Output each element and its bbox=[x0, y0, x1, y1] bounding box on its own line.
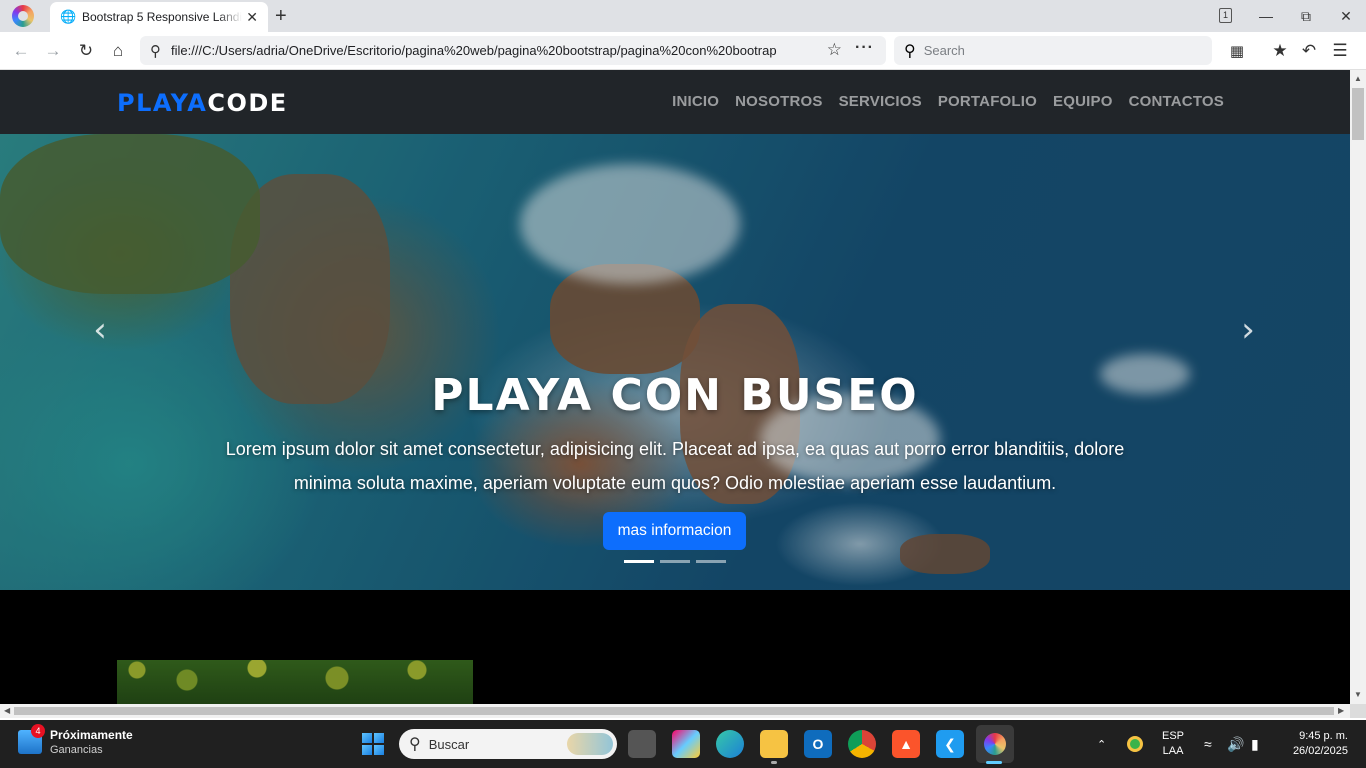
stocks-widget-icon: 4 bbox=[18, 724, 45, 754]
nav-equipo[interactable]: EQUIPO bbox=[1053, 93, 1113, 110]
scroll-right-icon[interactable]: ▶ bbox=[1338, 706, 1344, 715]
browser-tab-bar: 🌐 Bootstrap 5 Responsive Landing Page ✕ … bbox=[0, 0, 1366, 32]
carousel-prev-icon[interactable]: ‹ bbox=[80, 310, 120, 350]
new-tab-icon[interactable]: + bbox=[275, 4, 287, 28]
language-code: ESP bbox=[1162, 730, 1185, 742]
search-icon: ⚲ bbox=[409, 736, 421, 753]
url-text[interactable]: file:///C:/Users/adria/OneDrive/Escritor… bbox=[171, 43, 811, 58]
home-icon[interactable]: ⌂ bbox=[106, 39, 130, 63]
back-icon[interactable]: ← bbox=[9, 39, 33, 63]
carousel-indicators bbox=[624, 560, 726, 563]
scroll-up-icon[interactable]: ▲ bbox=[1354, 74, 1362, 83]
nav-nosotros[interactable]: NOSOTROS bbox=[735, 93, 822, 110]
volume-icon[interactable]: 🔊 bbox=[1227, 720, 1244, 768]
minimize-icon[interactable]: — bbox=[1246, 0, 1286, 32]
brave-icon[interactable]: ▲ bbox=[892, 730, 920, 758]
scrollbar-corner bbox=[1350, 704, 1366, 718]
favorites-icon[interactable]: ★ bbox=[1268, 39, 1292, 63]
more-info-button[interactable]: mas informacion bbox=[603, 512, 746, 550]
hero-title: PLAYA CON BUSEO bbox=[431, 370, 919, 421]
carousel-indicator[interactable] bbox=[624, 560, 654, 563]
widget-title: Próximamente bbox=[50, 728, 133, 742]
nav-inicio[interactable]: INICIO bbox=[672, 93, 719, 110]
windows-taskbar: 4 Próximamente Ganancias ⚲ Buscar O ▲ ❮ … bbox=[0, 720, 1366, 768]
restore-icon[interactable]: ⧉ bbox=[1286, 0, 1326, 32]
show-hidden-icons[interactable]: ⌃ bbox=[1097, 720, 1106, 768]
search-icon: ⚲ bbox=[150, 42, 161, 60]
reload-icon[interactable]: ↻ bbox=[74, 39, 98, 63]
bookmark-star-icon[interactable]: ☆ bbox=[827, 40, 842, 60]
vscode-icon[interactable]: ❮ bbox=[936, 730, 964, 758]
section-image bbox=[117, 660, 473, 704]
site-logo[interactable]: PLAYACODE bbox=[117, 89, 288, 117]
brand-part-2: CODE bbox=[207, 89, 288, 117]
extensions-grid-icon[interactable]: ▦ bbox=[1225, 39, 1249, 63]
browser-logo-icon[interactable] bbox=[12, 5, 34, 27]
scroll-left-icon[interactable]: ◀ bbox=[4, 706, 10, 715]
hero-carousel: ‹ › PLAYA CON BUSEO Lorem ipsum dolor si… bbox=[0, 134, 1350, 590]
nav-portafolio[interactable]: PORTAFOLIO bbox=[938, 93, 1037, 110]
wifi-icon[interactable]: ≈ bbox=[1204, 720, 1212, 768]
page-actions-icon[interactable]: ··· bbox=[855, 39, 874, 57]
chrome-icon[interactable] bbox=[848, 730, 876, 758]
taskbar-search[interactable]: ⚲ Buscar bbox=[399, 729, 617, 759]
search-icon: ⚲ bbox=[904, 42, 916, 60]
browser-toolbar: ← → ↻ ⌂ ⚲ file:///C:/Users/adria/OneDriv… bbox=[0, 32, 1366, 70]
start-icon[interactable] bbox=[362, 733, 384, 755]
undo-icon[interactable]: ↶ bbox=[1297, 39, 1321, 63]
scroll-down-icon[interactable]: ▼ bbox=[1354, 690, 1362, 699]
copilot-icon[interactable] bbox=[672, 730, 700, 758]
browser-tab-active[interactable]: 🌐 Bootstrap 5 Responsive Landing Page ✕ bbox=[50, 2, 268, 32]
widget-subtitle: Ganancias bbox=[50, 744, 103, 756]
brand-part-1: PLAYA bbox=[117, 89, 208, 117]
current-browser-icon[interactable] bbox=[976, 725, 1014, 763]
carousel-indicator[interactable] bbox=[696, 560, 726, 563]
page-viewport: PLAYACODE INICIO NOSOTROS SERVICIOS PORT… bbox=[0, 70, 1350, 704]
notification-badge: 4 bbox=[31, 724, 45, 738]
hero-text: Lorem ipsum dolor sit amet consectetur, … bbox=[225, 439, 1125, 493]
browser-search-input[interactable] bbox=[923, 43, 1194, 58]
widgets-button[interactable]: 4 Próximamente Ganancias bbox=[18, 724, 133, 756]
globe-icon: 🌐 bbox=[60, 9, 77, 24]
clock-time: 9:45 p. m. bbox=[1299, 730, 1348, 742]
tab-title: Bootstrap 5 Responsive Landing Page bbox=[82, 10, 242, 24]
close-tab-icon[interactable]: ✕ bbox=[246, 9, 258, 26]
horizontal-scroll-thumb[interactable] bbox=[14, 707, 1334, 715]
active-indicator bbox=[986, 761, 1002, 764]
tray-app-icon[interactable] bbox=[1127, 720, 1143, 768]
forward-icon[interactable]: → bbox=[41, 39, 65, 63]
taskbar-search-label: Buscar bbox=[428, 736, 470, 752]
menu-icon[interactable]: ☰ bbox=[1328, 39, 1352, 63]
search-highlight-image bbox=[567, 733, 613, 755]
language-indicator[interactable]: ESP LAA bbox=[1162, 720, 1184, 768]
nav-servicios[interactable]: SERVICIOS bbox=[839, 93, 922, 110]
outlook-icon[interactable]: O bbox=[804, 730, 832, 758]
carousel-next-icon[interactable]: › bbox=[1228, 310, 1268, 350]
close-window-icon[interactable]: ✕ bbox=[1326, 0, 1366, 32]
tab-count-badge[interactable]: 1 bbox=[1219, 8, 1232, 23]
horizontal-scrollbar[interactable]: ◀ ▶ bbox=[0, 704, 1350, 718]
task-view-icon[interactable] bbox=[628, 730, 656, 758]
browser-search-box[interactable]: ⚲ bbox=[894, 36, 1212, 65]
address-bar[interactable]: ⚲ file:///C:/Users/adria/OneDrive/Escrit… bbox=[140, 36, 886, 65]
site-navbar: PLAYACODE INICIO NOSOTROS SERVICIOS PORT… bbox=[0, 70, 1350, 134]
nav-contactos[interactable]: CONTACTOS bbox=[1129, 93, 1224, 110]
carousel-indicator[interactable] bbox=[660, 560, 690, 563]
clock-date: 26/02/2025 bbox=[1292, 745, 1348, 757]
battery-icon[interactable]: ▮ bbox=[1251, 720, 1259, 768]
running-indicator bbox=[771, 761, 777, 764]
system-clock[interactable]: 9:45 p. m. 26/02/2025 bbox=[1280, 729, 1348, 759]
vertical-scrollbar[interactable]: ▲ ▼ bbox=[1350, 70, 1366, 704]
keyboard-layout: LAA bbox=[1162, 745, 1184, 757]
vertical-scroll-thumb[interactable] bbox=[1352, 88, 1364, 140]
edge-icon[interactable] bbox=[716, 730, 744, 758]
nav-links: INICIO NOSOTROS SERVICIOS PORTAFOLIO EQU… bbox=[672, 93, 1224, 110]
next-section bbox=[0, 590, 1350, 704]
file-explorer-icon[interactable] bbox=[760, 730, 788, 758]
